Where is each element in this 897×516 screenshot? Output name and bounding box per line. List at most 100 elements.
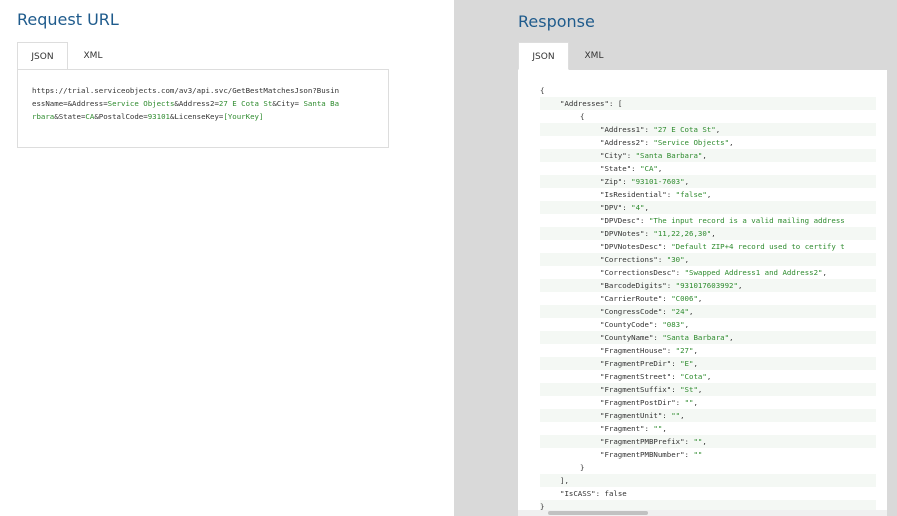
request-url-title: Request URL <box>17 10 119 29</box>
json-field-line: "Zip": "93101-7603", <box>540 175 876 188</box>
json-trailing: , <box>697 385 703 394</box>
json-field-line: "State": "CA", <box>540 162 876 175</box>
scrollbar-thumb[interactable] <box>548 511 648 515</box>
json-value: "E" <box>680 359 694 368</box>
json-key: "State" <box>600 164 632 173</box>
json-field-line: "DPVNotesDesc": "Default ZIP+4 record us… <box>540 240 876 253</box>
json-addresses-close: ], <box>560 476 569 485</box>
json-value: "30" <box>666 255 685 264</box>
json-value: "931017603992" <box>675 281 738 290</box>
json-key: "IsResidential" <box>600 190 667 199</box>
json-colon: : <box>666 346 676 355</box>
json-item-open: { <box>580 112 585 121</box>
json-colon: : <box>666 190 676 199</box>
json-key: "Fragment" <box>600 424 645 433</box>
json-colon: : <box>671 372 681 381</box>
json-fields: "Address1": "27 E Cota St", "Address2": "… <box>540 123 876 461</box>
json-field-line: "IsResidential": "false", <box>540 188 876 201</box>
tab-response-json[interactable]: JSON <box>518 42 569 70</box>
response-horizontal-scrollbar[interactable] <box>518 510 887 516</box>
json-key: "DPV" <box>600 203 623 212</box>
response-tabs: JSON XML <box>518 42 619 70</box>
json-field-line: "CorrectionsDesc": "Swapped Address1 and… <box>540 266 876 279</box>
json-value: "Default ZIP+4 record used to certify t <box>671 242 845 251</box>
json-key: "FragmentPreDir" <box>600 359 672 368</box>
url-value-postal: 93101 <box>147 112 170 121</box>
json-colon: : <box>653 333 663 342</box>
json-trailing: , <box>729 138 734 147</box>
json-field-line: "FragmentPMBNumber": "" <box>540 448 876 461</box>
json-value: "Swapped Address1 and Address2" <box>684 268 823 277</box>
json-trailing: , <box>693 346 698 355</box>
json-key: "DPVDesc" <box>600 216 641 225</box>
json-trailing: , <box>737 281 743 290</box>
json-value: "Service Objects" <box>653 138 730 147</box>
json-trailing: , <box>822 268 827 277</box>
json-line: { <box>540 110 876 123</box>
json-trailing: , <box>702 151 707 160</box>
json-colon: : <box>622 177 632 186</box>
json-field-line: "DPVDesc": "The input record is a valid … <box>540 214 876 227</box>
json-value: "The input record is a valid mailing add… <box>648 216 845 225</box>
json-trailing: , <box>693 359 698 368</box>
json-key: "DPVNotesDesc" <box>600 242 663 251</box>
json-value: "11,22,26,30" <box>653 229 712 238</box>
json-key: "CountyCode" <box>600 320 654 329</box>
tab-response-xml[interactable]: XML <box>569 42 619 70</box>
url-segment: essName=&Address= <box>32 99 108 108</box>
json-key: "CarrierRoute" <box>600 294 663 303</box>
json-field-line: "DPV": "4", <box>540 201 876 214</box>
json-value: "4" <box>631 203 645 212</box>
json-key: "City" <box>600 151 627 160</box>
response-json-box[interactable]: { "Addresses": [ { "Address1": "27 E Cot… <box>518 70 887 516</box>
tab-request-json[interactable]: JSON <box>17 42 68 70</box>
json-key: "FragmentPostDir" <box>600 398 676 407</box>
json-value: "" <box>671 411 681 420</box>
json-line: } <box>540 461 876 474</box>
json-value: "" <box>693 450 703 459</box>
json-key-iscass: "IsCASS" <box>560 489 596 498</box>
json-field-line: "FragmentHouse": "27", <box>540 344 876 357</box>
json-colon: : <box>671 359 681 368</box>
json-colon: : <box>662 294 672 303</box>
json-trailing: , <box>706 372 712 381</box>
url-segment: &Address2= <box>174 99 219 108</box>
url-value-state: CA <box>85 112 95 121</box>
json-field-line: "CountyCode": "083", <box>540 318 876 331</box>
json-key: "CorrectionsDesc" <box>600 268 676 277</box>
json-value: "27" <box>675 346 694 355</box>
json-key: "FragmentUnit" <box>600 411 663 420</box>
json-line: "Addresses": [ <box>540 97 876 110</box>
url-segment: &City= <box>272 99 304 108</box>
json-key: "FragmentStreet" <box>600 372 672 381</box>
json-field-line: "FragmentPMBPrefix": "", <box>540 435 876 448</box>
json-colon: : <box>666 281 676 290</box>
json-trailing: , <box>729 333 734 342</box>
json-field-line: "CongressCode": "24", <box>540 305 876 318</box>
json-open-brace: { <box>540 86 545 95</box>
json-trailing: , <box>662 424 667 433</box>
url-segment: &LicenseKey= <box>169 112 224 121</box>
tab-request-xml[interactable]: XML <box>68 42 118 70</box>
response-title: Response <box>518 12 595 31</box>
json-key: "Corrections" <box>600 255 658 264</box>
json-field-line: "Fragment": "", <box>540 422 876 435</box>
json-key: "FragmentSuffix" <box>600 385 672 394</box>
json-key: "Address1" <box>600 125 645 134</box>
request-url-text[interactable]: https://trial.serviceobjects.com/av3/api… <box>32 84 378 123</box>
json-field-line: "City": "Santa Barbara", <box>540 149 876 162</box>
json-key: "BarcodeDigits" <box>600 281 667 290</box>
json-trailing: , <box>644 203 649 212</box>
json-trailing: , <box>693 398 698 407</box>
json-key: "FragmentPMBPrefix" <box>600 437 685 446</box>
json-value: "27 E Cota St" <box>653 125 716 134</box>
json-value: "" <box>653 424 663 433</box>
json-trailing: , <box>657 164 663 173</box>
json-key: "CongressCode" <box>600 307 663 316</box>
json-value: "false" <box>675 190 707 199</box>
json-field-line: "FragmentPreDir": "E", <box>540 357 876 370</box>
json-trailing: , <box>706 190 712 199</box>
url-value-licensekey: [YourKey] <box>223 112 264 121</box>
json-value: "083" <box>662 320 685 329</box>
json-colon: : <box>675 398 685 407</box>
